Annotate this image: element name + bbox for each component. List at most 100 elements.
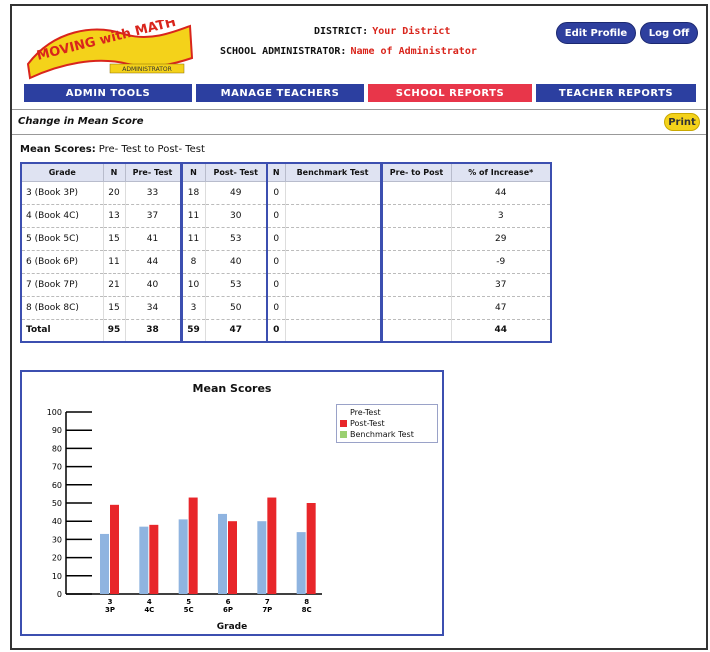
cell-n-benchmark: 0 [266,273,286,297]
bar-post-test [267,497,277,594]
subtitle-label: Mean Scores: [20,144,96,155]
table-header-row: Grade N Pre- Test N Post- Test N Benchma… [20,162,552,182]
tab-manage-teachers[interactable]: MANAGE TEACHERS [196,84,364,102]
x-tick-label: 5C [184,606,194,614]
legend-item: Benchmark Test [340,429,434,440]
x-tick-label: 6 [226,598,231,606]
tab-school-reports[interactable]: SCHOOL REPORTS [368,84,532,102]
bar-pre-test [100,533,109,594]
cell-grade: 6 (Book 6P) [21,250,104,274]
cell-n-post: 11 [179,204,206,228]
tab-teacher-reports[interactable]: TEACHER REPORTS [536,84,696,102]
cell-n-benchmark: 0 [266,227,286,251]
legend-swatch [340,409,347,416]
log-off-button[interactable]: Log Off [640,22,698,44]
bar-pre-test [296,532,306,594]
bar-pre-test [257,521,267,594]
y-tick-label: 0 [57,590,62,599]
legend-label: Benchmark Test [350,430,414,439]
cell-benchmark-test [285,250,382,274]
cell-n-pre: 15 [103,227,126,251]
cell-post-test: 47 [205,319,268,343]
report-subtitle: Mean Scores: Pre- Test to Post- Test [20,144,205,155]
table-row: 7 (Book 7P) 21 40 10 53 0 37 [21,273,552,297]
chart-legend: Pre-Test Post-Test Benchmark Test [336,404,438,443]
moving-with-math-logo: MOVING with MATH ADMINISTRATOR [26,20,194,80]
cell-benchmark-test [285,204,382,228]
district-line: DISTRICT: Your District [314,26,450,37]
legend-label: Pre-Test [350,408,381,417]
cell-n-post: 10 [179,273,206,297]
col-header-pre-test: Pre- Test [124,162,182,182]
report-frame: MOVING with MATH ADMINISTRATOR DISTRICT:… [10,4,708,650]
cell-pre-to-post [379,296,452,320]
cell-post-test: 49 [205,181,268,205]
cell-pre-test: 33 [125,181,182,205]
col-header-n-pre: N [102,162,126,182]
x-tick-label: 4C [144,606,154,614]
cell-n-pre: 95 [103,319,126,343]
cell-percent-increase: 44 [451,319,552,343]
x-tick-label: 8 [304,598,309,606]
administrator-value: Name of Administrator [350,46,477,57]
x-tick-label: 7 [265,598,270,606]
cell-grade: 4 (Book 4C) [21,204,104,228]
x-tick-label: 3 [108,598,113,606]
x-axis-label: Grade [216,622,248,632]
title-bar: Change in Mean Score Print [12,109,706,135]
col-header-n-benchmark: N [266,162,286,182]
cell-pre-to-post [379,319,452,343]
bar-post-test [149,524,159,594]
y-tick-label: 50 [52,499,62,508]
cell-post-test: 53 [205,227,268,251]
x-tick-label: 5 [186,598,191,606]
cell-percent-increase: 44 [451,181,552,205]
y-tick-label: 40 [52,517,62,526]
y-tick-label: 70 [52,463,62,472]
cell-n-benchmark: 0 [266,319,286,343]
bar-post-test [188,497,198,594]
tab-admin-tools[interactable]: ADMIN TOOLS [24,84,192,102]
y-tick-label: 100 [47,408,62,417]
col-header-post-test: Post- Test [204,162,268,182]
y-tick-label: 80 [52,444,62,453]
cell-n-pre: 21 [103,273,126,297]
cell-pre-to-post [379,204,452,228]
cell-benchmark-test [285,273,382,297]
edit-profile-button[interactable]: Edit Profile [556,22,636,44]
table-total-row: Total 95 38 59 47 0 44 [21,319,552,343]
administrator-label: SCHOOL ADMINISTRATOR: [220,46,347,57]
cell-n-post: 8 [179,250,206,274]
cell-benchmark-test [285,227,382,251]
col-header-grade: Grade [20,162,104,182]
print-button[interactable]: Print [664,113,700,131]
legend-item: Post-Test [340,418,434,429]
bar-post-test [228,521,237,594]
cell-pre-to-post [379,181,452,205]
y-tick-label: 30 [52,535,62,544]
cell-post-test: 40 [205,250,268,274]
bar-pre-test [178,519,188,594]
cell-grade: 5 (Book 5C) [21,227,104,251]
cell-grade: 3 (Book 3P) [21,181,104,205]
district-value: Your District [372,26,451,37]
cell-n-pre: 20 [103,181,126,205]
y-tick-label: 60 [52,481,62,490]
col-header-n-post: N [179,162,206,182]
cell-grade: 8 (Book 8C) [21,296,104,320]
subtitle-value: Pre- Test to Post- Test [98,144,205,155]
y-tick-label: 90 [52,426,62,435]
col-header-pre-to-post: Pre- to Post [379,162,452,182]
bar-pre-test [139,526,149,594]
cell-n-benchmark: 0 [266,250,286,274]
cell-n-benchmark: 0 [266,204,286,228]
mean-scores-chart: Mean Scores 0 10 20 30 40 50 60 70 80 90 100 3 3P 4 4C… [20,370,444,636]
cell-percent-increase: 29 [451,227,552,251]
cell-n-post: 3 [179,296,206,320]
y-tick-label: 10 [52,572,62,581]
cell-percent-increase: 47 [451,296,552,320]
cell-pre-test: 34 [125,296,182,320]
cell-percent-increase: -9 [451,250,552,274]
cell-n-benchmark: 0 [266,296,286,320]
cell-benchmark-test [285,181,382,205]
